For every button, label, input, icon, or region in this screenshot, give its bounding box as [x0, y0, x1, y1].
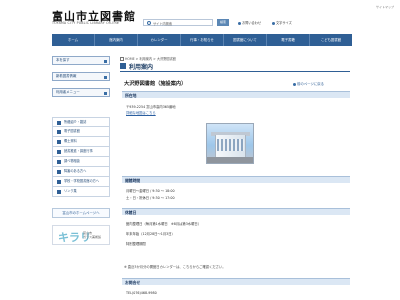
bullet-icon — [272, 21, 275, 25]
nav-events[interactable]: 行事・お知らせ — [181, 34, 224, 46]
phone-number: TEL(076)468-9980 — [126, 291, 157, 295]
back-link[interactable]: 前のページに戻る — [293, 81, 324, 86]
nav-home[interactable]: ホーム — [52, 34, 95, 46]
sidebar-item-collections[interactable]: 所蔵紹介・雑誌 — [52, 117, 110, 127]
sidebar-item-accessibility[interactable]: 障害のある方へ — [52, 167, 110, 177]
address-text: 〒939-2254 富山市高内365番地 — [126, 105, 176, 109]
new-books-button[interactable]: 新着図書情報 — [52, 72, 110, 81]
closed-line-2: 年末年始（12月28日～1月3日） — [126, 232, 175, 236]
banner-text: 富山市 ガラス美術館 — [83, 231, 101, 239]
sidebar-item-e-library[interactable]: 電子図書館 — [52, 127, 110, 137]
nav-about[interactable]: 図書館について — [224, 34, 267, 46]
main-navigation: ホーム 館内案内 カレンダー 行事・お知らせ 図書館について 電子書籍 こども図… — [52, 34, 352, 46]
contact-section-header: お問合せ — [122, 278, 350, 285]
sidebar-item-reference[interactable]: 調べ物相談 — [52, 157, 110, 167]
contact-link[interactable]: お問い合わせ — [238, 20, 261, 25]
hours-weekday: 月曜日～金曜日 / 9:30 ～ 18:00 — [126, 189, 175, 193]
search-button[interactable]: 検索 — [217, 19, 229, 26]
closed-line-1: 館内整理日（毎月第1水曜日 ※8月は第3水曜日） — [126, 222, 201, 226]
page-icon — [120, 63, 126, 69]
sidebar-menu-list: 所蔵紹介・雑誌 電子図書館 郷土資料 読書推進・講座行事 調べ物相談 障害のある… — [52, 117, 110, 197]
location-section-header: 所在地 — [122, 91, 350, 98]
sidebar-item-local-materials[interactable]: 郷土資料 — [52, 137, 110, 147]
sidebar-item-schools[interactable]: 学校・学校図書館の方へ — [52, 177, 110, 187]
ground — [207, 157, 253, 163]
home-icon — [120, 57, 124, 61]
sitemap-link[interactable]: サイトマップ — [376, 5, 394, 9]
sidebar: 本を探す 新着図書情報 利用者メニュー 所蔵紹介・雑誌 電子図書館 郷土資料 読… — [52, 56, 110, 245]
bullet-icon — [238, 21, 241, 25]
nav-kids[interactable]: こども図書館 — [310, 34, 352, 46]
hours-section-title: 開館時間 — [125, 177, 141, 183]
hours-weekend: 土・日・祝休日 / 9:30 ～ 17:00 — [126, 196, 175, 200]
closed-line-3: 特別整理期間 — [126, 242, 146, 246]
breadcrumb: HOME > 利用案内 > 大沢野図書館 — [120, 56, 176, 61]
page-title: 利用案内 — [129, 64, 154, 71]
closed-section-header: 休館日 — [122, 208, 350, 215]
sidebar-item-links[interactable]: リンク集 — [52, 187, 110, 197]
glass-museum-banner[interactable]: キラリ 富山市 ガラス美術館 — [52, 225, 110, 245]
search-label: サイト内検索 — [153, 21, 173, 26]
find-books-button[interactable]: 本を探す — [52, 56, 110, 65]
facility-title: 大沢野図書館（施設案内） — [124, 81, 187, 87]
city-homepage-banner[interactable]: 富山市のホームページへ — [52, 208, 110, 218]
nav-ebooks[interactable]: 電子書籍 — [267, 34, 310, 46]
page-header: 利用案内 — [120, 62, 350, 72]
site-header: 富山市立図書館 TOYAMA CITY PUBLIC LIBRARY On-li… — [0, 0, 400, 33]
sidebar-item-reading-events[interactable]: 読書推進・講座行事 — [52, 147, 110, 157]
location-section-title: 所在地 — [125, 92, 137, 98]
nav-calendar[interactable]: カレンダー — [138, 34, 181, 46]
calendar-notice: ※ 直近3か月分の開館日カレンダーは、こちらからご確認ください。 — [124, 265, 226, 269]
contact-section-title: お問合せ — [125, 279, 141, 285]
font-size-link[interactable]: 文字サイズ — [272, 20, 292, 25]
user-menu-button[interactable]: 利用者メニュー — [52, 88, 110, 97]
library-building-photo — [206, 123, 254, 164]
hours-section-header: 開館時間 — [122, 176, 350, 183]
search-icon — [147, 21, 151, 25]
nav-guide[interactable]: 館内案内 — [95, 34, 138, 46]
map-link[interactable]: 詳細な地図はこちら — [126, 110, 156, 115]
building-windows — [217, 139, 244, 151]
closed-section-title: 休館日 — [125, 209, 137, 215]
site-subtitle: TOYAMA CITY PUBLIC LIBRARY On-line — [52, 21, 119, 25]
